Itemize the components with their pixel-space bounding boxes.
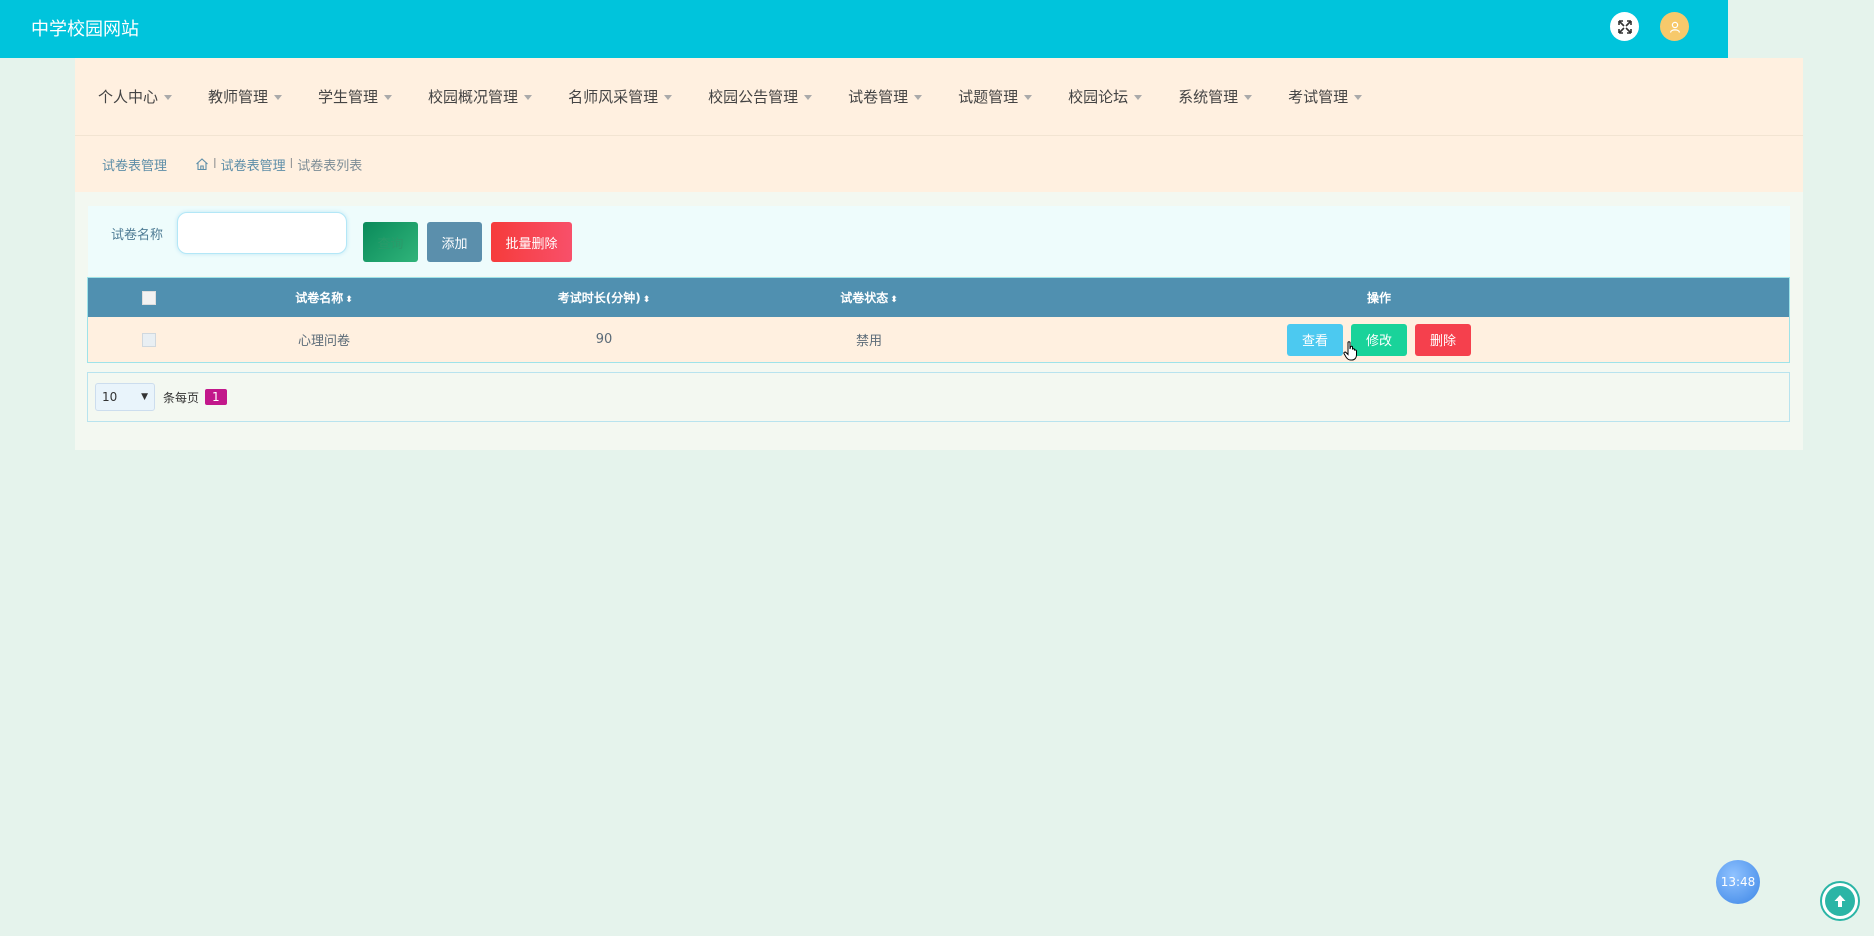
nav-item-exam-papers[interactable]: 试卷管理 [848,86,923,107]
user-icon [1669,21,1680,33]
caret-down-icon [664,94,673,100]
column-header-label: 考试时长(分钟) [557,291,641,305]
caret-down-icon [914,94,923,100]
breadcrumb-link[interactable]: 试卷表管理 [221,155,286,174]
view-button[interactable]: 查看 [1287,323,1343,356]
breadcrumb-separator: l [289,156,294,172]
search-area: 试卷名称 查询 添加 批量删除 [88,206,1790,276]
cell-name: 心理问卷 [297,334,350,349]
top-header: 中学校园网站 [0,0,1728,58]
column-header-name[interactable]: 试卷名称 ⬍ [209,289,439,306]
nav-label: 校园论坛 [1068,88,1129,106]
caret-down-icon [384,94,393,100]
table-row: 心理问卷 90 禁用 查看 修改 删除 [88,317,1789,362]
nav-item-famous-teachers[interactable]: 名师风采管理 [568,86,673,107]
select-all-checkbox[interactable] [141,290,156,305]
nav-item-campus-overview[interactable]: 校园概况管理 [428,86,533,107]
fullscreen-button[interactable] [1610,12,1639,41]
column-header-label: 试卷名称 [295,291,344,305]
caret-down-icon [1134,94,1143,100]
hand-cursor-icon [1343,341,1357,361]
caret-down-icon [524,94,533,100]
back-to-top-button[interactable] [1820,881,1860,921]
nav-item-personal-center[interactable]: 个人中心 [98,86,173,107]
page-number-current[interactable]: 1 [205,389,227,405]
caret-down-icon [1024,94,1033,100]
table-header: 试卷名称 ⬍ 考试时长(分钟) ⬍ 试卷状态 ⬍ 操作 [88,278,1789,317]
edit-button[interactable]: 修改 [1351,323,1407,356]
column-header-duration[interactable]: 考试时长(分钟) ⬍ [439,289,769,306]
batch-delete-button[interactable]: 批量删除 [491,222,572,262]
caret-down-icon [274,94,283,100]
nav-label: 系统管理 [1178,88,1239,106]
cell-duration: 90 [595,332,613,347]
nav-item-teacher-management[interactable]: 教师管理 [208,86,283,107]
nav-label: 个人中心 [98,88,159,106]
breadcrumb-current: 试卷表列表 [297,158,363,174]
dropdown-arrow-icon: ▼ [141,392,148,402]
sort-icon: ⬍ [642,295,651,305]
search-button[interactable]: 查询 [363,222,418,262]
search-label: 试卷名称 [111,228,164,243]
main-nav: 个人中心 教师管理 学生管理 校园概况管理 名师风采管理 校园公告管理 试卷管理… [75,58,1803,136]
caret-down-icon [804,94,813,100]
nav-item-questions[interactable]: 试题管理 [958,86,1033,107]
sort-icon: ⬍ [890,295,898,305]
delete-button[interactable]: 删除 [1415,323,1471,356]
nav-label: 试题管理 [958,88,1019,106]
page-size-select[interactable]: 10 ▼ [95,383,155,411]
nav-label: 校园公告管理 [708,88,799,106]
nav-item-system-management[interactable]: 系统管理 [1178,86,1253,107]
clock-widget: 13:48 [1716,860,1760,904]
breadcrumb-separator: l [213,156,217,172]
nav-label: 名师风采管理 [568,88,659,106]
nav-label: 考试管理 [1288,88,1349,106]
nav-label: 校园概况管理 [428,88,519,106]
cell-status: 禁用 [855,334,882,349]
column-header-operations: 操作 [1366,291,1391,305]
nav-label: 试卷管理 [848,88,909,106]
caret-down-icon [1244,94,1253,100]
caret-down-icon [1354,94,1363,100]
home-icon[interactable] [195,157,209,171]
user-avatar-button[interactable] [1660,12,1689,41]
paper-table: 试卷名称 ⬍ 考试时长(分钟) ⬍ 试卷状态 ⬍ 操作 心理问卷 90 禁用 查看 修… [87,277,1790,363]
add-button[interactable]: 添加 [427,222,482,262]
main-panel: 个人中心 教师管理 学生管理 校园概况管理 名师风采管理 校园公告管理 试卷管理… [75,58,1803,450]
nav-item-campus-announcements[interactable]: 校园公告管理 [708,86,813,107]
caret-down-icon [164,94,173,100]
nav-item-exam-management[interactable]: 考试管理 [1288,86,1363,107]
nav-item-campus-forum[interactable]: 校园论坛 [1068,86,1143,107]
nav-label: 教师管理 [208,88,269,106]
nav-item-student-management[interactable]: 学生管理 [318,86,393,107]
nav-label: 学生管理 [318,88,379,106]
search-input[interactable] [177,212,347,254]
row-checkbox[interactable] [141,332,156,347]
column-header-label: 试卷状态 [840,291,889,305]
fullscreen-icon [1617,19,1632,34]
per-page-label: 条每页 [163,390,200,405]
site-title: 中学校园网站 [31,19,139,40]
breadcrumb-section-title: 试卷表管理 [102,158,168,174]
breadcrumb: 试卷表管理 l 试卷表管理 l 试卷表列表 [75,136,1803,192]
arrow-up-icon [1834,895,1846,907]
sort-icon: ⬍ [345,295,353,305]
page-size-value: 10 [102,390,118,404]
column-header-status[interactable]: 试卷状态 ⬍ [769,289,969,306]
pagination: 10 ▼ 条每页 1 [87,372,1790,422]
